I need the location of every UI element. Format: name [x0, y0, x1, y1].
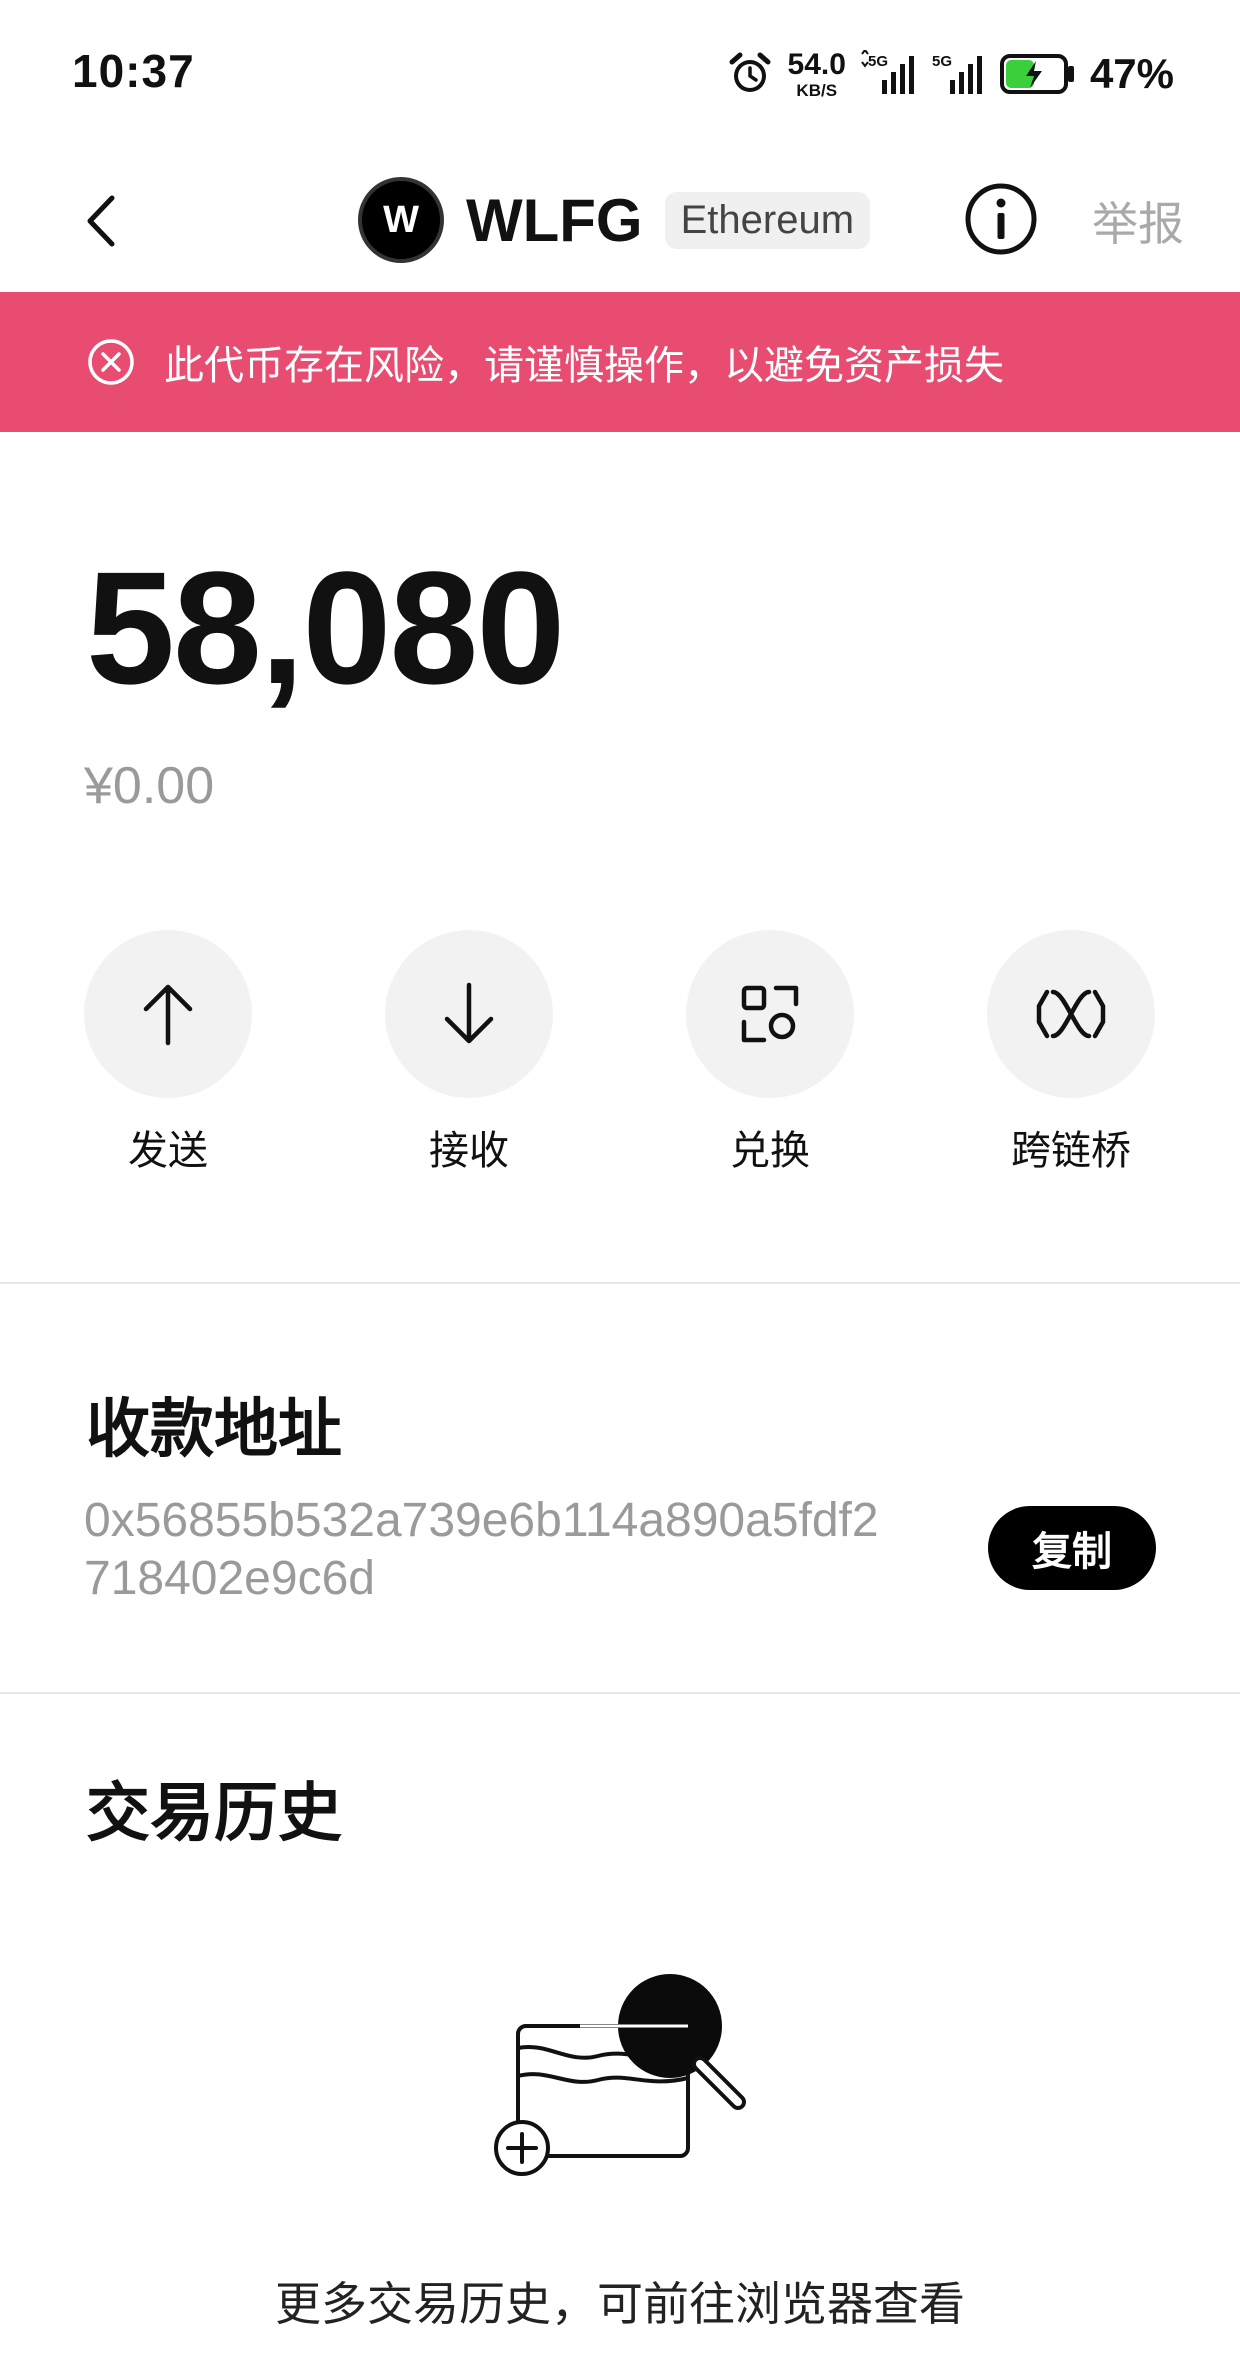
risk-warning-banner: 此代币存在风险，请谨慎操作，以避免资产损失: [0, 292, 1240, 432]
empty-history-text: 更多交易历史，可前往浏览器查看: [275, 2277, 965, 2331]
transaction-history-title: 交易历史: [86, 1777, 342, 1851]
arrow-up-icon: [143, 984, 193, 1046]
chevron-left-icon: [87, 195, 115, 247]
token-header: W WLFG Ethereum 举报: [0, 150, 1240, 290]
info-icon: [965, 183, 1037, 255]
token-logo: W: [358, 177, 444, 263]
status-indicators: 54.0 KB/S 5G 5G 47%: [726, 44, 1174, 104]
network-speed: 54.0 KB/S: [787, 47, 846, 100]
send-label: 发送: [128, 1128, 208, 1174]
status-time: 10:37: [72, 45, 195, 97]
send-circle: [84, 930, 252, 1098]
token-balance: 58,080: [86, 538, 565, 717]
swap-icon: [741, 985, 799, 1043]
divider: [0, 1282, 1240, 1284]
chain-badge: Ethereum: [664, 191, 871, 249]
bridge-circle: [987, 930, 1155, 1098]
divider: [0, 1692, 1240, 1694]
copy-button[interactable]: 复制: [988, 1506, 1156, 1590]
network-speed-unit: KB/S: [796, 80, 838, 100]
signal-5g-icon-2: 5G: [932, 53, 982, 94]
network-speed-value: 54.0: [787, 47, 846, 81]
bridge-button[interactable]: 跨链桥: [986, 930, 1156, 1176]
arrow-down-icon: [444, 982, 494, 1044]
bridge-icon: [1036, 989, 1106, 1039]
empty-history-illustration: [494, 1974, 746, 2176]
action-row: 发送 接收 兑换 跨链桥: [0, 930, 1240, 1174]
receive-label: 接收: [429, 1128, 509, 1174]
send-button[interactable]: 发送: [83, 930, 253, 1176]
svg-text:5G: 5G: [932, 53, 952, 70]
receive-circle: [385, 930, 553, 1098]
swap-label: 兑换: [730, 1128, 810, 1174]
swap-button[interactable]: 兑换: [685, 930, 855, 1176]
token-symbol: WLFG: [466, 186, 643, 254]
info-button[interactable]: [964, 182, 1038, 256]
svg-text:5G: 5G: [868, 53, 888, 70]
back-button[interactable]: [70, 186, 130, 256]
close-circle-icon: [88, 339, 134, 385]
signal-5g-icon: 5G: [861, 50, 914, 94]
status-bar: 10:37 54.0 KB/S 5G 5G 47%: [0, 0, 1240, 140]
receive-address: 0x56855b532a739e6b114a890a5fdf2718402e9c…: [84, 1494, 879, 1605]
swap-circle: [686, 930, 854, 1098]
battery-percent: 47%: [1089, 50, 1174, 97]
alarm-icon: [729, 52, 771, 92]
warning-text: 此代币存在风险，请谨慎操作，以避免资产损失: [164, 343, 1004, 389]
report-link[interactable]: 举报: [1092, 188, 1184, 254]
bridge-label: 跨链桥: [1011, 1128, 1131, 1174]
receive-button[interactable]: 接收: [384, 930, 554, 1176]
battery-charging-icon: [999, 54, 1074, 94]
receive-address-title: 收款地址: [86, 1393, 342, 1467]
token-title: W WLFG Ethereum: [358, 172, 871, 268]
fiat-value: ¥0.00: [84, 757, 215, 815]
